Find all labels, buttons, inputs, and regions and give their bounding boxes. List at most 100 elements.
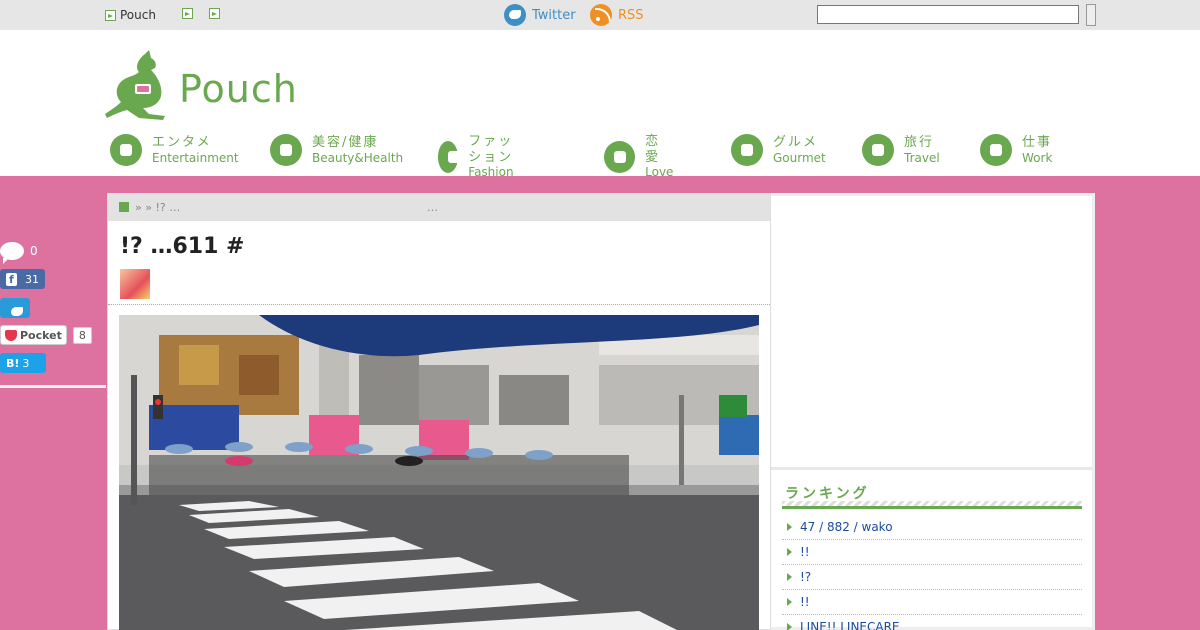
nav-en: Work bbox=[1022, 150, 1053, 165]
pocket-share-button[interactable]: Pocket 8 bbox=[0, 325, 92, 345]
share-bar: 0 f 31 Pocket 8 B! 3 bbox=[0, 238, 106, 388]
top-link-label: Pouch bbox=[120, 8, 156, 22]
nav-jp: 旅行 bbox=[904, 135, 935, 150]
ranking-item[interactable]: !! bbox=[782, 540, 1082, 565]
top-link-3[interactable] bbox=[209, 8, 220, 19]
top-bar: Pouch Twitter RSS bbox=[0, 0, 1200, 30]
nav-en: Beauty&Health bbox=[312, 150, 404, 165]
sidebar: ランキング 47 / 882 / wako !! !? !! LINE!! LI… bbox=[771, 193, 1095, 630]
breadcrumb: » » !? … … bbox=[108, 194, 770, 221]
compass-icon bbox=[862, 134, 894, 166]
nav-en: Love bbox=[645, 165, 674, 180]
nav-item-love[interactable]: 恋愛 Love bbox=[604, 134, 674, 180]
rss-icon bbox=[590, 4, 612, 26]
heart-icon bbox=[604, 140, 636, 173]
comment-count[interactable]: 0 bbox=[0, 242, 38, 264]
nav-jp: ファッション bbox=[468, 134, 514, 165]
article-photo bbox=[119, 315, 759, 630]
ranking-item-label: !! bbox=[800, 595, 810, 609]
ranking-item-label: !! bbox=[800, 545, 810, 559]
search-input[interactable] bbox=[817, 5, 1079, 24]
ranking-item[interactable]: !! bbox=[782, 590, 1082, 615]
comment-bubble-icon bbox=[0, 242, 24, 264]
twitter-bird-icon bbox=[6, 301, 23, 316]
shirt-icon bbox=[438, 140, 461, 173]
facebook-count: 31 bbox=[25, 272, 39, 286]
nav-item-entertainment[interactable]: エンタメ Entertainment bbox=[110, 134, 239, 166]
hatena-count: 3 bbox=[22, 356, 30, 370]
rss-label: RSS bbox=[618, 7, 644, 23]
search-button[interactable] bbox=[1086, 4, 1096, 26]
nav-label: エンタメ Entertainment bbox=[152, 135, 239, 165]
nav-item-fashion[interactable]: ファッション Fashion bbox=[438, 134, 525, 180]
pocket-badge: Pocket bbox=[0, 325, 67, 345]
twitter-link[interactable]: Twitter bbox=[504, 4, 576, 26]
nav-en: Travel bbox=[904, 150, 940, 165]
nav-label: 恋愛 Love bbox=[645, 134, 674, 180]
nav-item-travel[interactable]: 旅行 Travel bbox=[862, 134, 940, 166]
hatena-icon: B! bbox=[6, 356, 20, 370]
ranking-title: ランキング bbox=[785, 486, 870, 502]
nav-item-beauty[interactable]: 美容/健康 Beauty&Health bbox=[270, 134, 403, 166]
ranking-item-label: !? bbox=[800, 570, 812, 584]
pocket-count: 8 bbox=[72, 326, 92, 344]
facebook-share-button[interactable]: f 31 bbox=[0, 269, 45, 289]
nav-label: 旅行 Travel bbox=[904, 135, 940, 165]
nav-en: Gourmet bbox=[773, 150, 826, 165]
article-main: » » !? … … !? …611 # bbox=[107, 193, 771, 630]
nav-jp: 美容/健康 bbox=[312, 135, 379, 150]
author-avatar[interactable] bbox=[120, 269, 150, 299]
ranking-item[interactable]: 47 / 882 / wako bbox=[782, 515, 1082, 540]
nav-jp: 仕事 bbox=[1022, 135, 1053, 150]
twitter-share-badge bbox=[0, 298, 30, 318]
top-link-home[interactable]: Pouch bbox=[105, 8, 156, 22]
site-logo[interactable]: Pouch bbox=[105, 50, 298, 120]
nav-en: Entertainment bbox=[152, 150, 239, 165]
pocket-label: Pocket bbox=[20, 328, 62, 342]
arrow-icon bbox=[105, 9, 116, 21]
bullet-arrow-icon bbox=[787, 598, 792, 606]
ranking-item-label: LINE!! LINECARE bbox=[800, 620, 900, 630]
comment-count-value: 0 bbox=[30, 244, 38, 258]
sidebar-ad-slot bbox=[771, 196, 1092, 470]
ranking-item[interactable]: LINE!! LINECARE bbox=[782, 615, 1082, 630]
nav-jp: 恋愛 bbox=[645, 134, 661, 165]
rss-link[interactable]: RSS bbox=[590, 4, 644, 26]
nav-label: ファッション Fashion bbox=[468, 134, 525, 180]
star-icon bbox=[110, 134, 142, 166]
breadcrumb-extra: … bbox=[427, 201, 438, 214]
bullet-arrow-icon bbox=[787, 573, 792, 581]
ranking-item-label: 47 / 882 / wako bbox=[800, 520, 893, 534]
bullet-arrow-icon bbox=[787, 523, 792, 531]
hatena-share-button[interactable]: B! 3 bbox=[0, 353, 46, 373]
nav-item-gourmet[interactable]: グルメ Gourmet bbox=[731, 134, 826, 166]
site-header: Pouch エンタメ Entertainment 美容/健康 Beauty&He… bbox=[0, 30, 1200, 179]
kangaroo-logo-icon bbox=[105, 50, 165, 120]
twitter-label: Twitter bbox=[532, 7, 576, 23]
ranking-item[interactable]: !? bbox=[782, 565, 1082, 590]
nav-label: グルメ Gourmet bbox=[773, 135, 826, 165]
breadcrumb-trail[interactable]: » » !? … bbox=[135, 201, 180, 214]
facebook-icon: f bbox=[6, 272, 17, 286]
facebook-badge: f 31 bbox=[0, 269, 45, 289]
ranking-list: 47 / 882 / wako !! !? !! LINE!! LINECARE bbox=[782, 515, 1082, 630]
pocket-icon bbox=[5, 329, 17, 341]
nav-jp: グルメ bbox=[773, 135, 819, 150]
fork-icon bbox=[731, 134, 763, 166]
nav-label: 美容/健康 Beauty&Health bbox=[312, 135, 403, 165]
arrow-icon bbox=[182, 8, 193, 19]
twitter-icon bbox=[504, 4, 526, 26]
nav-label: 仕事 Work bbox=[1022, 135, 1052, 165]
nav-item-work[interactable]: 仕事 Work bbox=[980, 134, 1052, 166]
street-crossing-photo bbox=[119, 315, 759, 630]
hatena-badge: B! 3 bbox=[0, 353, 46, 373]
article-title: !? …611 # bbox=[120, 234, 245, 259]
divider bbox=[108, 304, 770, 305]
ranking-title-rule bbox=[782, 501, 1082, 509]
arrow-icon bbox=[209, 8, 220, 19]
top-link-2[interactable] bbox=[182, 8, 193, 19]
card-icon bbox=[980, 134, 1012, 166]
nav-en: Fashion bbox=[468, 165, 514, 180]
twitter-share-button[interactable] bbox=[0, 298, 30, 318]
breadcrumb-square-icon bbox=[119, 202, 129, 212]
